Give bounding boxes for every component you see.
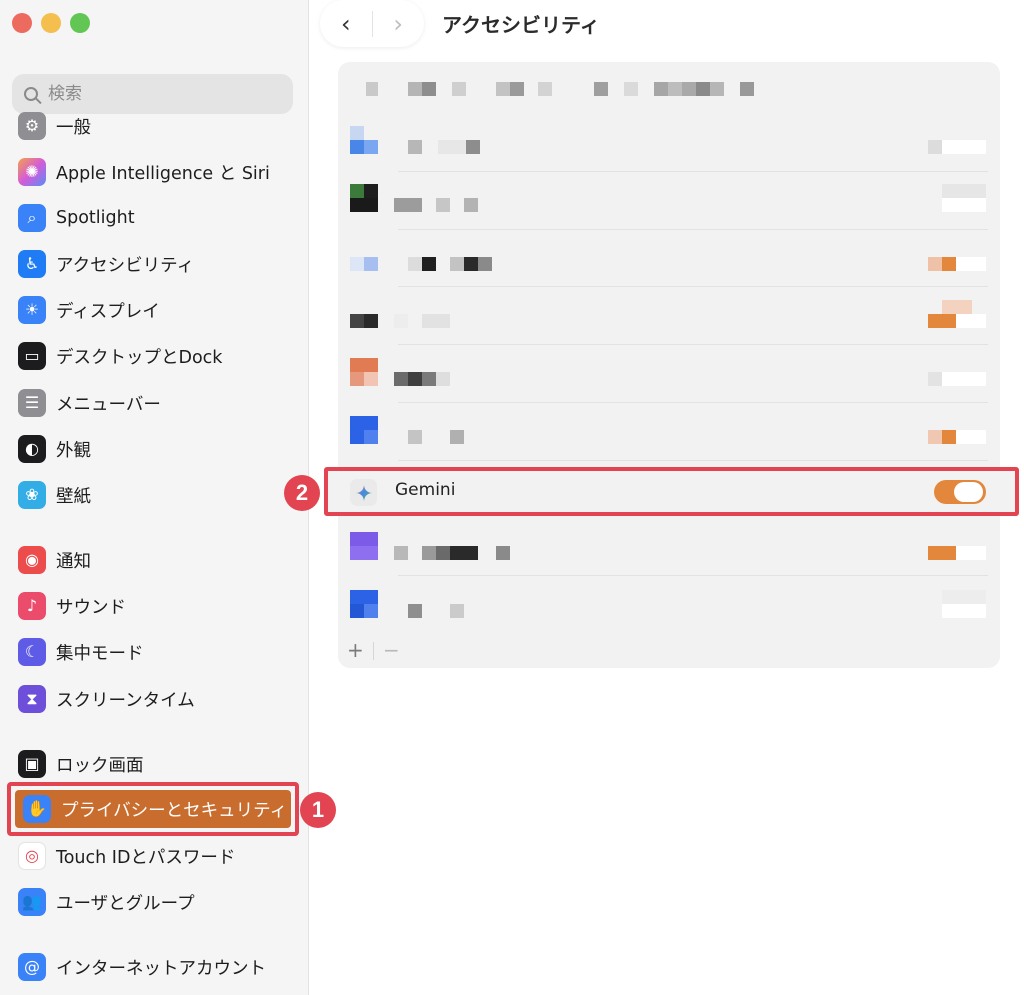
hand-icon: ✋	[23, 795, 51, 823]
sidebar-item-display[interactable]: ☀ ディスプレイ	[18, 295, 290, 325]
sidebar-item-internet-accounts[interactable]: @ インターネットアカウント	[18, 952, 290, 982]
app-row-gemini[interactable]: Gemini	[324, 467, 1019, 516]
page-title: アクセシビリティ	[442, 13, 600, 37]
annotation-badge-1: 1	[300, 792, 336, 828]
sidebar-item-lock-screen[interactable]: ▣ ロック画面	[18, 749, 290, 779]
sidebar-item-wallpaper[interactable]: ❀ 壁紙	[18, 480, 290, 510]
sidebar-item-label: 集中モード	[56, 643, 144, 664]
sidebar-item-sound[interactable]: ♪ サウンド	[18, 591, 290, 621]
sidebar-item-menubar[interactable]: ☰ メニューバー	[18, 388, 290, 418]
sidebar-item-notifications[interactable]: ◉ 通知	[18, 545, 290, 575]
sidebar-item-label: サウンド	[56, 597, 126, 618]
users-icon: 👥	[18, 888, 46, 916]
sidebar-item-label: 外観	[56, 440, 91, 461]
gemini-sparkle-icon	[350, 479, 377, 506]
close-window-button[interactable]	[12, 13, 32, 33]
bell-icon: ◉	[18, 546, 46, 574]
minimize-window-button[interactable]	[41, 13, 61, 33]
sidebar-item-focus[interactable]: ☾ 集中モード	[18, 637, 290, 667]
zoom-window-button[interactable]	[70, 13, 90, 33]
sidebar-item-label: インターネットアカウント	[56, 958, 266, 979]
sidebar-item-spotlight[interactable]: ⌕ Spotlight	[18, 203, 290, 233]
app-list-panel	[338, 62, 1000, 668]
menubar-icon: ☰	[18, 389, 46, 417]
hourglass-icon: ⧗	[18, 685, 46, 713]
forward-button[interactable]: ›	[372, 0, 424, 47]
footer-divider	[373, 642, 374, 660]
sidebar-item-general[interactable]: ⚙ 一般	[18, 111, 290, 141]
sidebar-item-users-groups[interactable]: 👥 ユーザとグループ	[18, 887, 290, 917]
siri-icon: ✺	[18, 158, 46, 186]
sidebar-item-label: Touch IDとパスワード	[56, 847, 236, 868]
speaker-icon: ♪	[18, 592, 46, 620]
annotation-badge-2: 2	[284, 475, 320, 511]
sidebar-item-accessibility[interactable]: ♿ アクセシビリティ	[18, 249, 290, 279]
search-input[interactable]	[48, 84, 248, 104]
sidebar-item-privacy-security[interactable]: ✋ プライバシーとセキュリティ	[7, 782, 299, 836]
sun-icon: ☀	[18, 296, 46, 324]
sidebar-item-label: 壁紙	[56, 486, 91, 507]
sidebar-item-touch-id[interactable]: ◎ Touch IDとパスワード	[18, 841, 290, 871]
sidebar-item-label: 一般	[56, 117, 91, 138]
add-app-button[interactable]: +	[347, 638, 364, 662]
sidebar-item-label: プライバシーとセキュリティ	[61, 800, 288, 821]
dock-icon: ▭	[18, 342, 46, 370]
list-footer: + −	[338, 632, 1000, 668]
back-button[interactable]: ‹	[320, 0, 372, 47]
app-name-label: Gemini	[395, 480, 456, 500]
sidebar-item-label: アクセシビリティ	[56, 255, 195, 276]
sidebar-item-label: ロック画面	[56, 755, 144, 776]
wallpaper-icon: ❀	[18, 481, 46, 509]
fingerprint-icon: ◎	[18, 842, 46, 870]
window-controls	[12, 13, 90, 33]
at-icon: @	[18, 953, 46, 981]
appearance-icon: ◐	[18, 435, 46, 463]
chevron-right-icon: ›	[393, 9, 404, 38]
accessibility-icon: ♿	[18, 250, 46, 278]
selected-highlight: ✋ プライバシーとセキュリティ	[15, 790, 291, 828]
sidebar: ⚙ 一般 ✺ Apple Intelligence と Siri ⌕ Spotl…	[0, 0, 309, 995]
search-field[interactable]	[12, 74, 293, 114]
sidebar-item-desktop-dock[interactable]: ▭ デスクトップとDock	[18, 341, 290, 371]
toggle-knob	[954, 482, 983, 502]
sidebar-item-label: スクリーンタイム	[56, 690, 195, 711]
sidebar-item-label: 通知	[56, 551, 91, 572]
navigation-buttons: ‹ ›	[320, 0, 424, 47]
chevron-left-icon: ‹	[340, 9, 351, 38]
magnifier-icon: ⌕	[18, 204, 46, 232]
gemini-accessibility-toggle[interactable]	[934, 480, 986, 504]
sidebar-item-label: ユーザとグループ	[56, 893, 195, 914]
lock-icon: ▣	[18, 750, 46, 778]
sidebar-item-apple-intelligence-siri[interactable]: ✺ Apple Intelligence と Siri	[18, 157, 290, 187]
sidebar-item-label: ディスプレイ	[56, 301, 160, 322]
gear-icon: ⚙	[18, 112, 46, 140]
moon-icon: ☾	[18, 638, 46, 666]
sidebar-item-appearance[interactable]: ◐ 外観	[18, 434, 290, 464]
sidebar-item-label: Apple Intelligence と Siri	[56, 163, 270, 184]
sidebar-item-screen-time[interactable]: ⧗ スクリーンタイム	[18, 684, 290, 714]
sidebar-item-label: デスクトップとDock	[56, 347, 223, 368]
sidebar-item-label: メニューバー	[56, 394, 161, 415]
remove-app-button[interactable]: −	[383, 638, 400, 662]
sidebar-item-label: Spotlight	[56, 208, 135, 228]
search-icon	[24, 87, 38, 101]
